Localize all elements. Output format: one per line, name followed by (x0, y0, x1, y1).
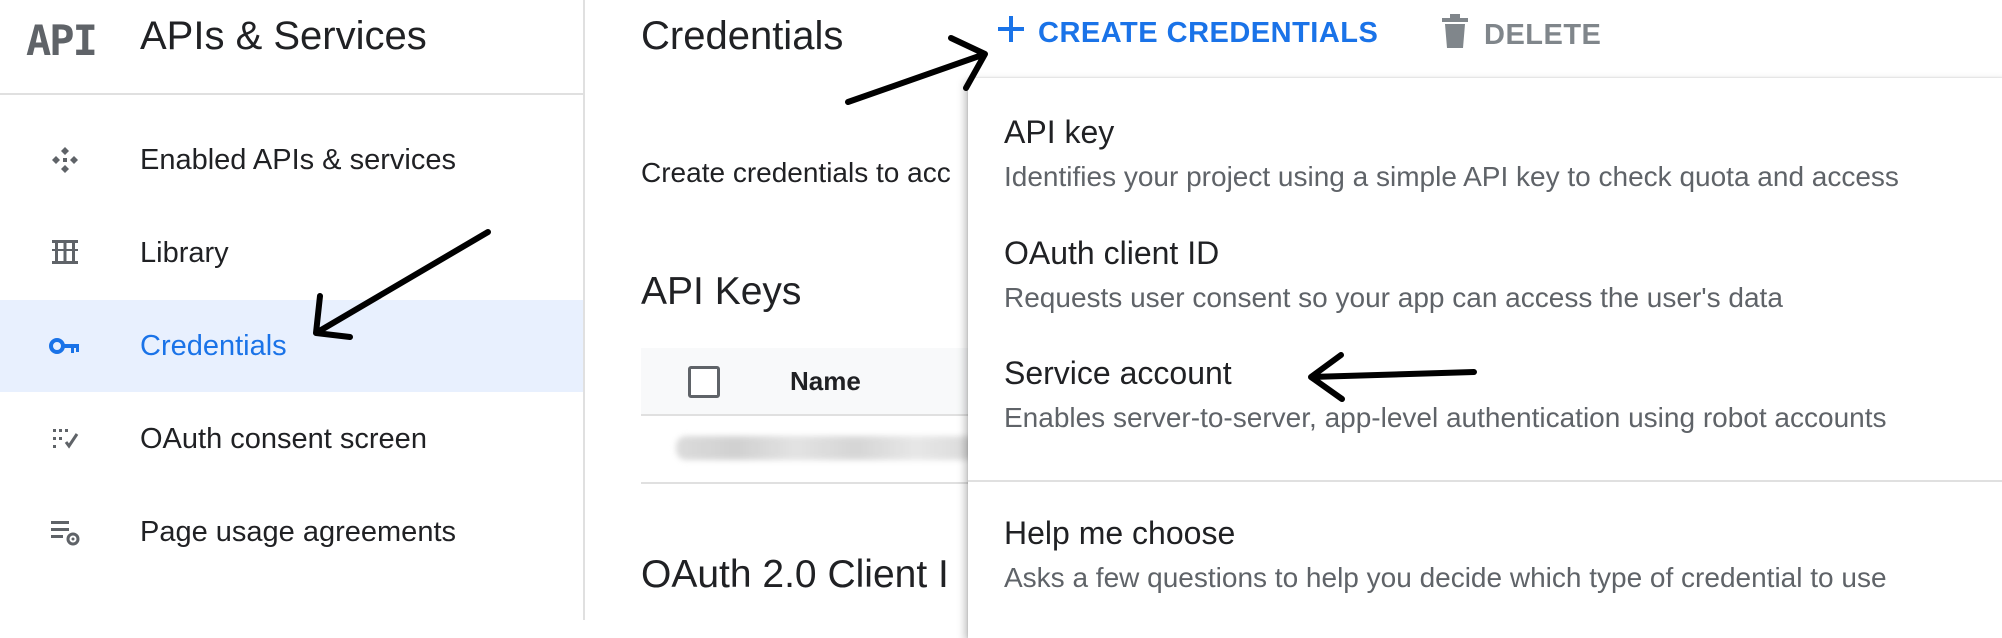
menu-item-title: Help me choose (1004, 515, 1236, 551)
sidebar-item-label: Credentials (140, 329, 287, 362)
api-keys-heading: API Keys (641, 270, 802, 313)
api-logo: API (26, 16, 98, 65)
delete-label: DELETE (1484, 18, 1602, 51)
settings-list-icon (46, 513, 84, 551)
intro-text: Create credentials to acc (641, 157, 951, 188)
menu-item-title: API key (1004, 114, 1115, 150)
menu-item-description: Asks a few questions to help you decide … (1004, 562, 1887, 593)
create-credentials-button[interactable]: CREATE CREDENTIALS (996, 14, 1378, 52)
oauth-clients-heading: OAuth 2.0 Client I (641, 553, 949, 596)
menu-item-help-me-choose[interactable]: Help me choose Asks a few questions to h… (1004, 515, 1887, 594)
menu-item-title: Service account (1004, 355, 1232, 391)
menu-item-title: OAuth client ID (1004, 235, 1220, 271)
menu-item-api-key[interactable]: API key Identifies your project using a … (1004, 114, 1899, 193)
menu-item-description: Requests user consent so your app can ac… (1004, 282, 1783, 313)
product-title: APIs & Services (140, 14, 427, 58)
sidebar-item-label: Page usage agreements (140, 515, 456, 548)
sidebar-item-credentials[interactable]: Credentials (0, 300, 583, 392)
sidebar-item-enabled-apis[interactable]: Enabled APIs & services (0, 114, 583, 206)
key-icon (46, 327, 84, 365)
library-icon (46, 234, 84, 272)
menu-item-oauth-client-id[interactable]: OAuth client ID Requests user consent so… (1004, 235, 1783, 314)
menu-divider (968, 480, 2002, 482)
sidebar-item-oauth-consent[interactable]: OAuth consent screen (0, 393, 583, 485)
sidebar-divider (583, 0, 585, 620)
column-header-name[interactable]: Name (790, 366, 861, 397)
create-credentials-label: CREATE CREDENTIALS (1038, 16, 1379, 49)
sidebar-item-label: OAuth consent screen (140, 422, 427, 455)
enabled-apis-icon (46, 141, 84, 179)
page-title: Credentials (641, 14, 844, 58)
sidebar-item-label: Library (140, 236, 229, 269)
oauth-consent-icon (46, 420, 84, 458)
blurred-row-content (676, 436, 976, 460)
delete-button[interactable]: DELETE (1440, 14, 1601, 56)
header-divider (0, 93, 584, 95)
sidebar-item-page-usage[interactable]: Page usage agreements (0, 486, 583, 578)
menu-item-description: Enables server-to-server, app-level auth… (1004, 402, 1887, 433)
select-all-checkbox[interactable] (688, 366, 720, 398)
sidebar-item-library[interactable]: Library (0, 207, 583, 299)
sidebar-item-label: Enabled APIs & services (140, 143, 456, 176)
create-credentials-menu: API key Identifies your project using a … (968, 78, 2002, 638)
menu-item-service-account[interactable]: Service account Enables server-to-server… (1004, 355, 1887, 434)
trash-icon (1440, 14, 1470, 56)
menu-item-description: Identifies your project using a simple A… (1004, 161, 1899, 192)
plus-icon (996, 14, 1026, 52)
arrow-to-create-credentials (845, 35, 988, 105)
